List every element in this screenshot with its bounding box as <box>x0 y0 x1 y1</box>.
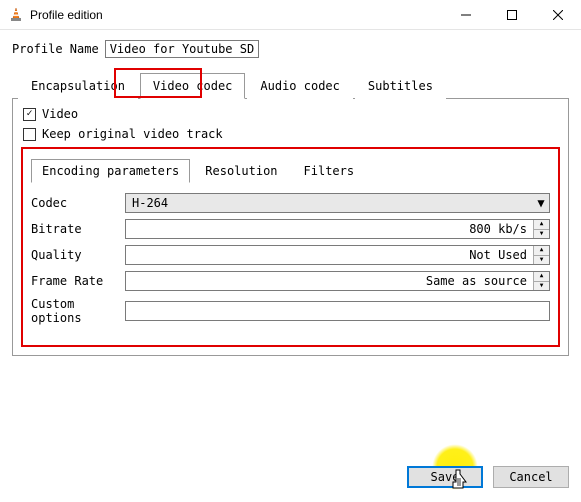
framerate-spinner[interactable]: ▲▼ <box>533 272 549 290</box>
quality-input[interactable]: Not Used ▲▼ <box>125 245 550 265</box>
titlebar: Profile edition <box>0 0 581 30</box>
window-title: Profile edition <box>30 8 443 22</box>
codec-select[interactable]: H-264 ▼ <box>125 193 550 213</box>
maximize-button[interactable] <box>489 0 535 29</box>
tab-panel: ✓ Video Keep original video track Encodi… <box>12 98 569 356</box>
keep-original-checkbox[interactable] <box>23 128 36 141</box>
video-checkbox-label: Video <box>42 107 78 121</box>
quality-label: Quality <box>31 248 125 262</box>
bitrate-spinner[interactable]: ▲▼ <box>533 220 549 238</box>
minimize-button[interactable] <box>443 0 489 29</box>
custom-options-label: Custom options <box>31 297 125 325</box>
codec-label: Codec <box>31 196 125 210</box>
framerate-label: Frame Rate <box>31 274 125 288</box>
video-codec-group: Encoding parameters Resolution Filters C… <box>21 147 560 347</box>
quality-spinner[interactable]: ▲▼ <box>533 246 549 264</box>
tab-filters[interactable]: Filters <box>293 159 366 183</box>
profile-name-label: Profile Name <box>12 42 99 56</box>
keep-original-label: Keep original video track <box>42 127 223 141</box>
custom-options-input[interactable] <box>125 301 550 321</box>
bitrate-input[interactable]: 800 kb/s ▲▼ <box>125 219 550 239</box>
video-checkbox[interactable]: ✓ <box>23 108 36 121</box>
cancel-button[interactable]: Cancel <box>493 466 569 488</box>
chevron-down-icon: ▼ <box>533 196 549 210</box>
annotation-highlight <box>114 68 202 98</box>
tab-encoding-parameters[interactable]: Encoding parameters <box>31 159 190 183</box>
save-button[interactable]: Save <box>407 466 483 488</box>
tab-audio-codec[interactable]: Audio codec <box>247 73 352 99</box>
main-tabs: Encapsulation Video codec Audio codec Su… <box>12 73 569 99</box>
close-button[interactable] <box>535 0 581 29</box>
inner-tabs: Encoding parameters Resolution Filters <box>31 159 550 183</box>
tab-resolution[interactable]: Resolution <box>194 159 288 183</box>
profile-name-input[interactable]: Video for Youtube SD <box>105 40 260 58</box>
vlc-icon <box>8 7 24 23</box>
framerate-input[interactable]: Same as source ▲▼ <box>125 271 550 291</box>
bitrate-label: Bitrate <box>31 222 125 236</box>
tab-subtitles[interactable]: Subtitles <box>355 73 446 99</box>
